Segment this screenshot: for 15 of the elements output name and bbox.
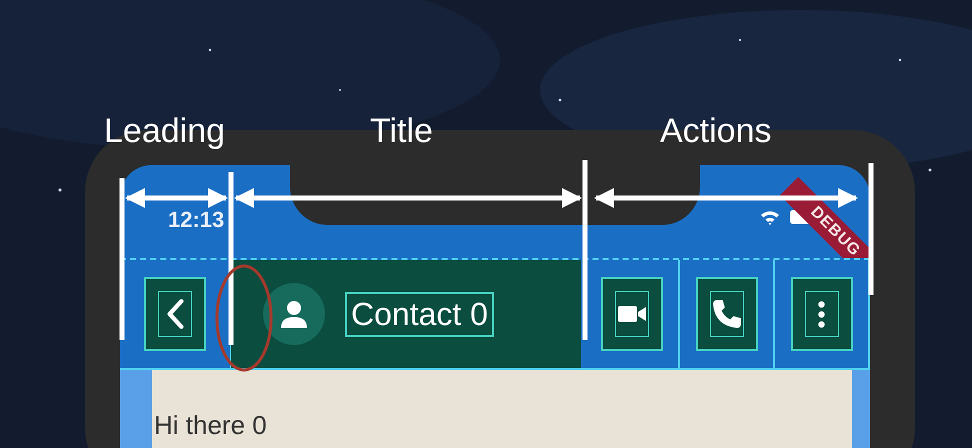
contact-title: Contact 0 <box>345 292 494 336</box>
wifi-icon <box>760 209 780 225</box>
phone-button[interactable] <box>696 277 758 351</box>
more-button[interactable] <box>790 277 852 351</box>
annotation-label: Actions <box>660 112 772 151</box>
status-time: 12:13 <box>168 207 224 233</box>
message-text: Hi there 0 <box>154 410 267 440</box>
more-icon <box>818 300 825 328</box>
video-camera-icon <box>616 305 646 323</box>
person-icon <box>279 299 309 329</box>
annotation-label: Title <box>370 112 433 151</box>
back-button[interactable] <box>144 277 206 351</box>
video-button[interactable] <box>600 277 662 351</box>
phone-icon <box>712 300 740 328</box>
annotation-label: Leading <box>104 112 226 151</box>
